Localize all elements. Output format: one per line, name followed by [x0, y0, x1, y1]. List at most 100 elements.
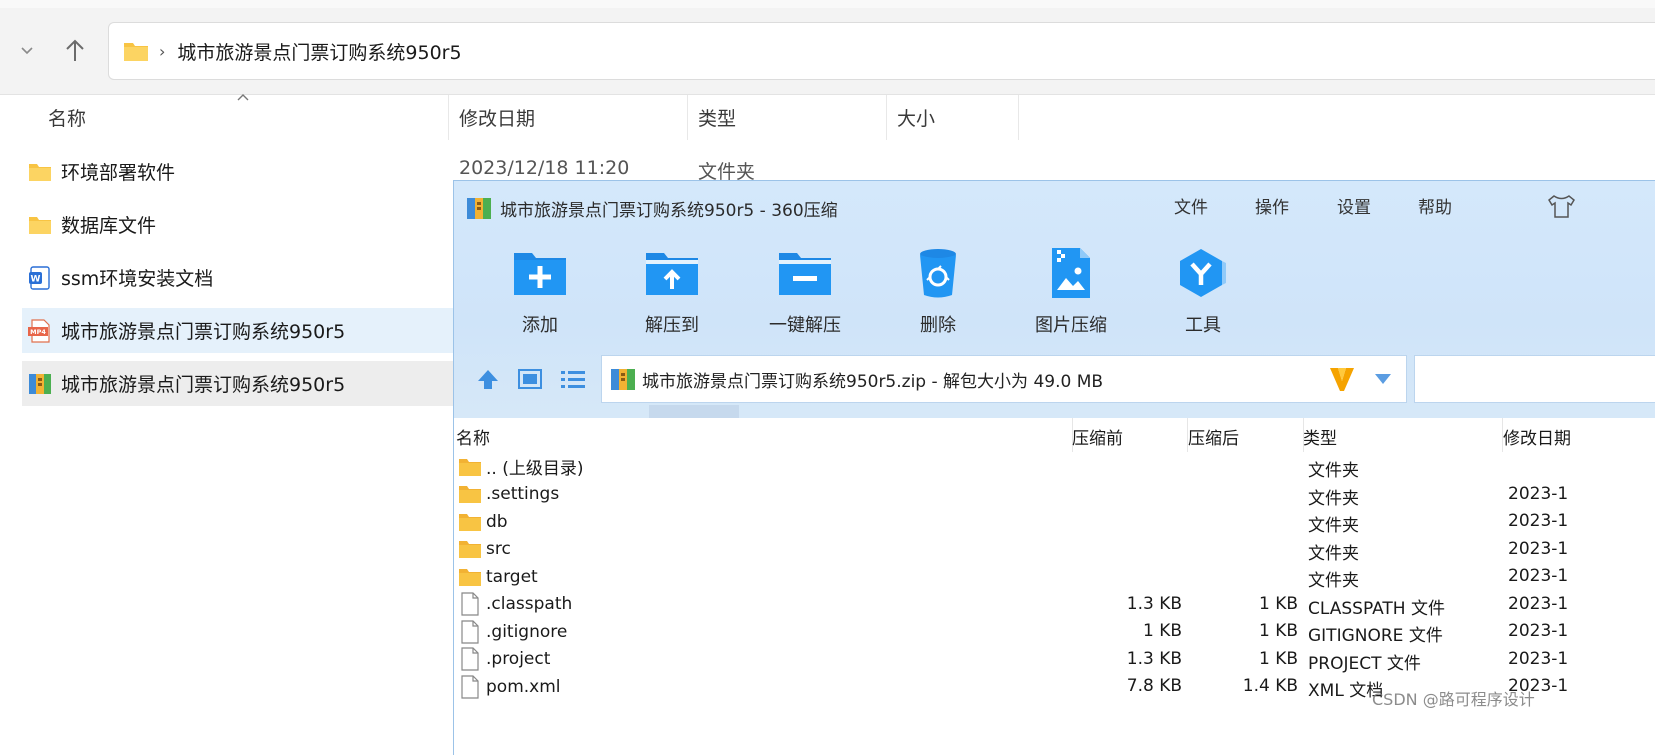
- breadcrumb-current[interactable]: 城市旅游景点门票订购系统950r5: [177, 38, 461, 65]
- extract-to-icon: [646, 253, 698, 295]
- add-button[interactable]: 添加: [485, 245, 595, 337]
- zip-row-before: 1 KB: [1142, 621, 1182, 641]
- zip-row-name: .. (上级目录): [486, 459, 584, 479]
- explorer-row[interactable]: W ssm环境安装文档: [22, 255, 454, 300]
- v-logo-icon[interactable]: [1328, 365, 1356, 393]
- one-click-extract-button[interactable]: 一键解压: [750, 245, 860, 337]
- zip-row-name: .settings: [486, 484, 560, 504]
- zip-row-type: 文件夹: [1308, 571, 1359, 591]
- zip-list-row[interactable]: .project 1.3 KB 1 KB PROJECT 文件 2023-1: [454, 646, 1655, 674]
- file-icon: [458, 647, 482, 671]
- zip-column-type[interactable]: 类型: [1303, 424, 1337, 449]
- view-list-button[interactable]: [559, 365, 587, 393]
- folder-icon: [458, 455, 482, 479]
- zip-row-name: src: [486, 539, 511, 559]
- view-thumbnail-button[interactable]: [516, 365, 544, 393]
- sort-ascending-icon: [237, 94, 249, 101]
- toolbar-scroll-shade: [649, 405, 739, 418]
- zip-row-type: 文件夹: [1308, 516, 1359, 536]
- thumbnail-view-icon: [518, 369, 542, 389]
- zip-up-button[interactable]: [474, 365, 502, 393]
- zip-column-after[interactable]: 压缩后: [1188, 424, 1239, 449]
- folder-icon: [458, 537, 482, 561]
- folder-icon: [124, 43, 148, 61]
- zip-row-after: 1.4 KB: [1242, 676, 1298, 696]
- add-folder-icon: [514, 253, 566, 295]
- address-bar[interactable]: › 城市旅游景点门票订购系统950r5: [108, 22, 1655, 80]
- zip-column-name[interactable]: 名称: [456, 424, 490, 449]
- zip-list-row[interactable]: .classpath 1.3 KB 1 KB CLASSPATH 文件 2023…: [454, 591, 1655, 619]
- zip-row-after: 1 KB: [1258, 621, 1298, 641]
- zip-row-name: .classpath: [486, 594, 573, 614]
- zip-list-row[interactable]: .settings 文件夹 2023-1: [454, 481, 1655, 509]
- zip-window-title: 城市旅游景点门票订购系统950r5 - 360压缩: [466, 195, 838, 221]
- zip-row-date: 2023-1: [1508, 566, 1569, 586]
- zip-column-date[interactable]: 修改日期: [1503, 424, 1571, 449]
- tools-button[interactable]: 工具: [1148, 245, 1258, 337]
- archive-search-input[interactable]: [1414, 355, 1655, 403]
- menu-file[interactable]: 文件: [1174, 193, 1208, 218]
- archive-path-field[interactable]: 城市旅游景点门票订购系统950r5.zip - 解包大小为 49.0 MB: [601, 355, 1407, 403]
- explorer-row-label: 城市旅游景点门票订购系统950r5: [61, 321, 346, 343]
- zip-nav-bar: 城市旅游景点门票订购系统950r5.zip - 解包大小为 49.0 MB: [454, 353, 1655, 405]
- skin-shirt-icon[interactable]: [1546, 193, 1576, 219]
- zip-row-name: .gitignore: [486, 621, 568, 642]
- zip-list-row[interactable]: .. (上级目录) 文件夹: [454, 453, 1655, 481]
- zip-row-date: 2023-1: [1508, 483, 1569, 504]
- zip-row-after: 1 KB: [1258, 593, 1298, 614]
- chevron-down-icon: [21, 47, 33, 55]
- explorer-row-selected[interactable]: MP4 城市旅游景点门票订购系统950r5: [22, 308, 454, 353]
- image-compress-icon: [1052, 248, 1090, 298]
- explorer-row-label: 环境部署软件: [61, 162, 176, 184]
- explorer-row-label: ssm环境安装文档: [61, 268, 214, 290]
- zip-row-type: 文件夹: [1308, 488, 1359, 509]
- recent-locations-button[interactable]: [10, 34, 44, 68]
- file-icon: [458, 619, 482, 644]
- image-compress-label: 图片压缩: [1035, 315, 1107, 336]
- zip-row-type: 文件夹: [1308, 461, 1359, 481]
- svg-text:MP4: MP4: [30, 328, 46, 336]
- csdn-watermark: CSDN @路可程序设计: [1372, 690, 1535, 709]
- menu-operation[interactable]: 操作: [1255, 193, 1289, 218]
- zip-column-before[interactable]: 压缩前: [1072, 424, 1123, 449]
- zip-row-before: 1.3 KB: [1126, 593, 1182, 614]
- zip-list-row[interactable]: src 文件夹 2023-1: [454, 536, 1655, 564]
- window-top-strip: [0, 0, 1655, 8]
- folder-icon: [458, 565, 482, 589]
- explorer-row[interactable]: 环境部署软件: [22, 149, 454, 194]
- zip-list-row[interactable]: .gitignore 1 KB 1 KB GITIGNORE 文件 2023-1: [454, 618, 1655, 646]
- list-view-icon: [561, 371, 585, 388]
- menu-settings[interactable]: 设置: [1337, 193, 1371, 218]
- explorer-row-hover[interactable]: 城市旅游景点门票订购系统950r5: [22, 361, 454, 406]
- zip-row-type: PROJECT 文件: [1308, 653, 1421, 674]
- explorer-row-label: 城市旅游景点门票订购系统950r5: [61, 374, 346, 396]
- column-modified[interactable]: 修改日期: [449, 95, 688, 140]
- zip-row-date: 2023-1: [1508, 621, 1569, 641]
- zip-list-row[interactable]: target 文件夹 2023-1: [454, 563, 1655, 591]
- extract-to-button[interactable]: 解压到: [617, 245, 727, 337]
- arrow-up-icon: [66, 39, 84, 61]
- zip-row-date: 2023-1: [1508, 593, 1569, 614]
- zip-row-name: .project: [486, 649, 551, 669]
- zip-list-row[interactable]: db 文件夹 2023-1: [454, 508, 1655, 536]
- column-size[interactable]: 大小: [887, 95, 1019, 140]
- mp4-file-icon: MP4: [28, 318, 52, 343]
- add-label: 添加: [522, 315, 558, 336]
- zip-archive-icon: [611, 369, 635, 390]
- zip-row-name: target: [486, 566, 538, 587]
- menu-help[interactable]: 帮助: [1418, 193, 1452, 218]
- arrow-up-icon: [478, 370, 498, 389]
- word-doc-icon: W: [28, 265, 52, 290]
- dropdown-triangle-icon[interactable]: [1374, 373, 1392, 385]
- image-compress-button[interactable]: 图片压缩: [1016, 245, 1126, 337]
- delete-button[interactable]: 删除: [883, 245, 993, 337]
- folder-icon: [28, 160, 52, 184]
- zip-row-before: 7.8 KB: [1126, 676, 1182, 696]
- zip-row-type: CLASSPATH 文件: [1308, 598, 1445, 619]
- zip-toolbar-area: 城市旅游景点门票订购系统950r5 - 360压缩 文件 操作 设置 帮助 添加…: [454, 181, 1655, 418]
- one-click-extract-label: 一键解压: [769, 315, 841, 336]
- up-folder-button[interactable]: [58, 34, 92, 68]
- explorer-toolbar: › 城市旅游景点门票订购系统950r5: [0, 0, 1655, 95]
- column-type[interactable]: 类型: [688, 95, 887, 140]
- explorer-row[interactable]: 数据库文件: [22, 202, 454, 247]
